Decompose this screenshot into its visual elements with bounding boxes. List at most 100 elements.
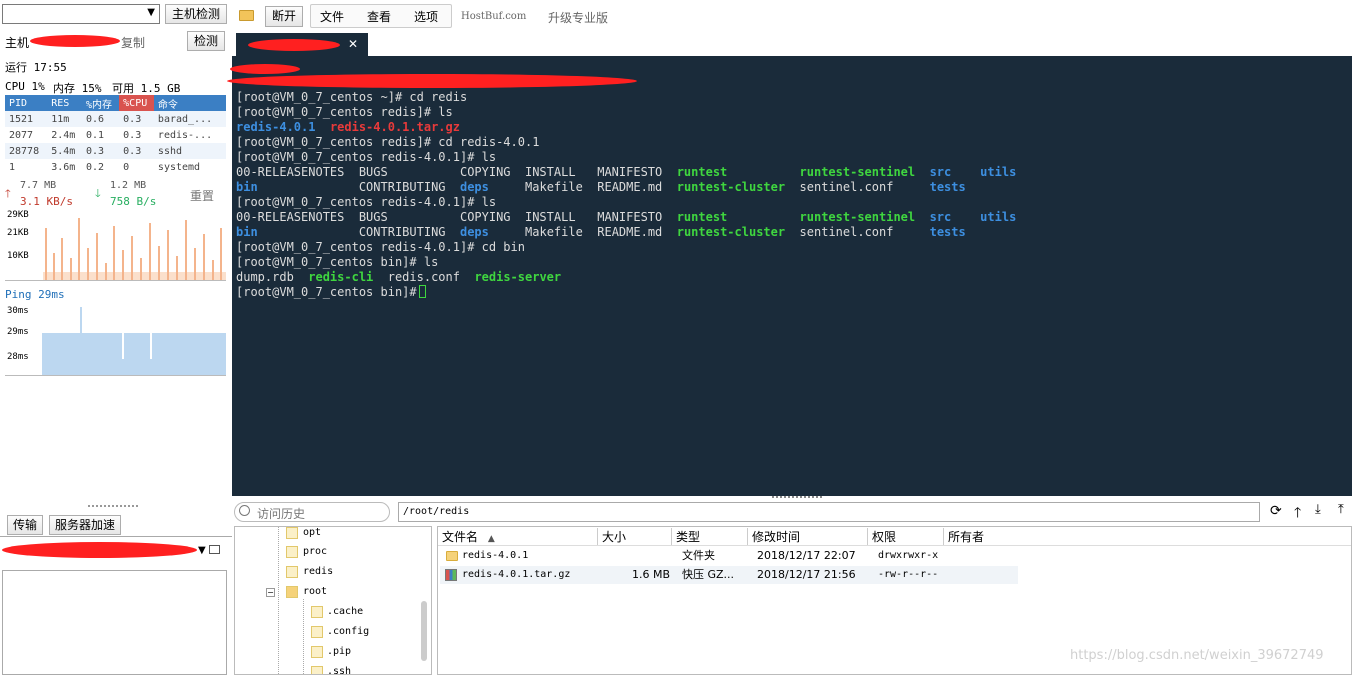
reset-button[interactable]: 重置: [190, 187, 214, 204]
col-mtime[interactable]: 修改时间: [748, 528, 868, 546]
col-perm[interactable]: 权限: [868, 528, 944, 546]
menu-view[interactable]: 查看: [367, 8, 391, 25]
terminal-segment: utils: [980, 210, 1017, 224]
col-size[interactable]: 大小: [598, 528, 672, 546]
col-owner[interactable]: 所有者: [944, 528, 1352, 546]
tree-item-redis[interactable]: redis: [303, 564, 333, 580]
col-cpu[interactable]: %CPU: [119, 95, 154, 111]
arrow-up-icon[interactable]: 🡑: [1294, 502, 1301, 526]
ping-graph: 30ms 29ms 28ms: [5, 303, 226, 376]
terminal-line: [root@VM_0_7_centos bin]# ls: [236, 255, 438, 270]
file-row[interactable]: redis-4.0.1 文件夹 2018/12/17 22:07 drwxrwx…: [440, 547, 1018, 565]
left-panel: ▼ 主机检测 主机 复制 检测 运行 17:55 CPU 1% 内存 15% 可…: [0, 0, 232, 675]
tick-label: 28ms: [7, 352, 29, 362]
splitter-handle[interactable]: [88, 505, 138, 507]
col-cmd[interactable]: 命令: [153, 95, 226, 111]
upgrade-link[interactable]: 升级专业版: [548, 9, 608, 26]
cell: 1521: [5, 111, 48, 127]
table-row[interactable]: 2077 2.4m 0.1 0.3 redis-...: [5, 127, 226, 143]
folder-icon[interactable]: [239, 10, 254, 21]
terminal-line: [root@VM_0_7_centos redis-4.0.1]# ls: [236, 195, 496, 210]
chevron-down-icon[interactable]: ▼: [198, 545, 206, 556]
arrow-down-icon: 🡓: [95, 187, 101, 200]
col-res[interactable]: RES: [47, 95, 82, 111]
tree-item-ssh[interactable]: .ssh: [327, 664, 351, 674]
tab-transfer[interactable]: 传输: [7, 515, 43, 535]
terminal-segment: utils: [980, 165, 1017, 179]
terminal-segment: tests: [929, 180, 966, 194]
chevron-down-icon: ▼: [147, 7, 155, 18]
terminal-segment: src: [929, 210, 952, 224]
terminal-line: bin CONTRIBUTING deps Makefile README.md…: [236, 180, 966, 195]
file-name: redis-4.0.1.tar.gz: [462, 569, 571, 580]
col-name-label: 文件名: [442, 530, 479, 544]
brand-link[interactable]: HostBuf.com: [461, 11, 526, 22]
folder-icon: [286, 527, 298, 539]
copy-link[interactable]: 复制: [121, 34, 145, 51]
collapse-icon[interactable]: −: [266, 588, 275, 597]
disconnect-button[interactable]: 断开: [265, 6, 303, 27]
redacted-host: [30, 35, 120, 47]
history-placeholder: 访问历史: [257, 507, 306, 521]
cell: systemd: [157, 161, 201, 173]
upload-icon[interactable]: ⤒: [1338, 502, 1344, 517]
col-pid[interactable]: PID: [5, 95, 48, 111]
close-icon[interactable]: ✕: [348, 37, 358, 51]
folder-icon: [446, 551, 458, 561]
terminal-segment: runtest-cluster: [676, 225, 786, 239]
tree-item-root[interactable]: root: [303, 584, 327, 600]
splitter-handle[interactable]: [772, 496, 822, 498]
session-tab[interactable]: ✕: [236, 33, 368, 56]
path-input[interactable]: /root/redis: [398, 502, 1260, 522]
table-row[interactable]: 28778 5.4m 0.3 0.3 sshd: [5, 143, 226, 159]
host-select[interactable]: ▼: [2, 4, 160, 24]
cell: 2.4m: [51, 129, 76, 141]
folder-icon[interactable]: [209, 545, 220, 554]
cell: 0.3: [81, 143, 120, 159]
folder-tree[interactable]: opt proc redis − root .cache .config .pi…: [234, 526, 432, 675]
terminal-line: 00-RELEASENOTES BUGS COPYING INSTALL MAN…: [236, 210, 1016, 225]
tree-scrollbar[interactable]: [421, 601, 427, 661]
folder-icon: [286, 546, 298, 558]
cell: 1: [9, 161, 16, 173]
terminal-segment: CONTRIBUTING: [257, 225, 460, 239]
terminal-segment: [915, 165, 929, 179]
file-row[interactable]: redis-4.0.1.tar.gz 1.6 MB 快压 GZ... 2018/…: [440, 566, 1018, 584]
terminal-segment: [root@VM_0_7_centos redis]# cd redis-4.0…: [236, 135, 540, 149]
terminal-segment: redis.conf: [373, 270, 475, 284]
history-input[interactable]: 访问历史: [234, 502, 390, 522]
terminal-segment: Makefile README.md: [488, 225, 677, 239]
col-name[interactable]: 文件名 ▲: [438, 528, 598, 546]
file-perm: drwxrwxr-x: [878, 550, 939, 561]
tree-line: [303, 599, 304, 674]
table-row[interactable]: 1521 11m 0.6 0.3 barad_...: [5, 111, 226, 127]
tree-item-opt[interactable]: opt: [303, 527, 321, 541]
transfer-list[interactable]: [2, 570, 227, 675]
terminal-segment: [root@VM_0_7_centos bin]# ls: [236, 255, 439, 269]
menu-options[interactable]: 选项: [414, 8, 438, 25]
col-type[interactable]: 类型: [672, 528, 748, 546]
tree-item-pip[interactable]: .pip: [327, 644, 351, 660]
check-button[interactable]: 检测: [187, 31, 225, 51]
col-mem[interactable]: %内存: [81, 95, 120, 111]
terminal-segment: [root@VM_0_7_centos redis]# ls: [236, 105, 453, 119]
terminal-segment: bin: [236, 180, 258, 194]
download-icon[interactable]: ⤓: [1315, 502, 1321, 517]
refresh-icon[interactable]: ⟳: [1270, 503, 1282, 519]
network-bars: [43, 218, 226, 280]
file-size: 1.6 MB: [631, 568, 670, 581]
terminal-line: [root@VM_0_7_centos bin]#: [236, 285, 424, 300]
terminal-segment: sentinel.conf: [785, 180, 930, 194]
tab-server-accel[interactable]: 服务器加速: [49, 515, 121, 535]
tree-item-config[interactable]: .config: [327, 624, 369, 640]
tree-item-cache[interactable]: .cache: [327, 604, 363, 620]
cell: 0.3: [123, 129, 142, 141]
menu-file[interactable]: 文件: [320, 8, 344, 25]
host-check-button[interactable]: 主机检测: [165, 4, 227, 24]
cell: 3.6m: [51, 161, 76, 173]
tree-item-proc[interactable]: proc: [303, 544, 327, 560]
terminal[interactable]: [root@VM_0_7_centos ~]# cd redis [root@VM…: [227, 56, 1352, 496]
terminal-segment: [root@VM_0_7_centos ~]# cd redis: [236, 90, 468, 104]
watermark: https://blog.csdn.net/weixin_39672749: [1070, 648, 1324, 663]
table-row[interactable]: 1 3.6m 0.2 0 systemd: [5, 159, 226, 175]
